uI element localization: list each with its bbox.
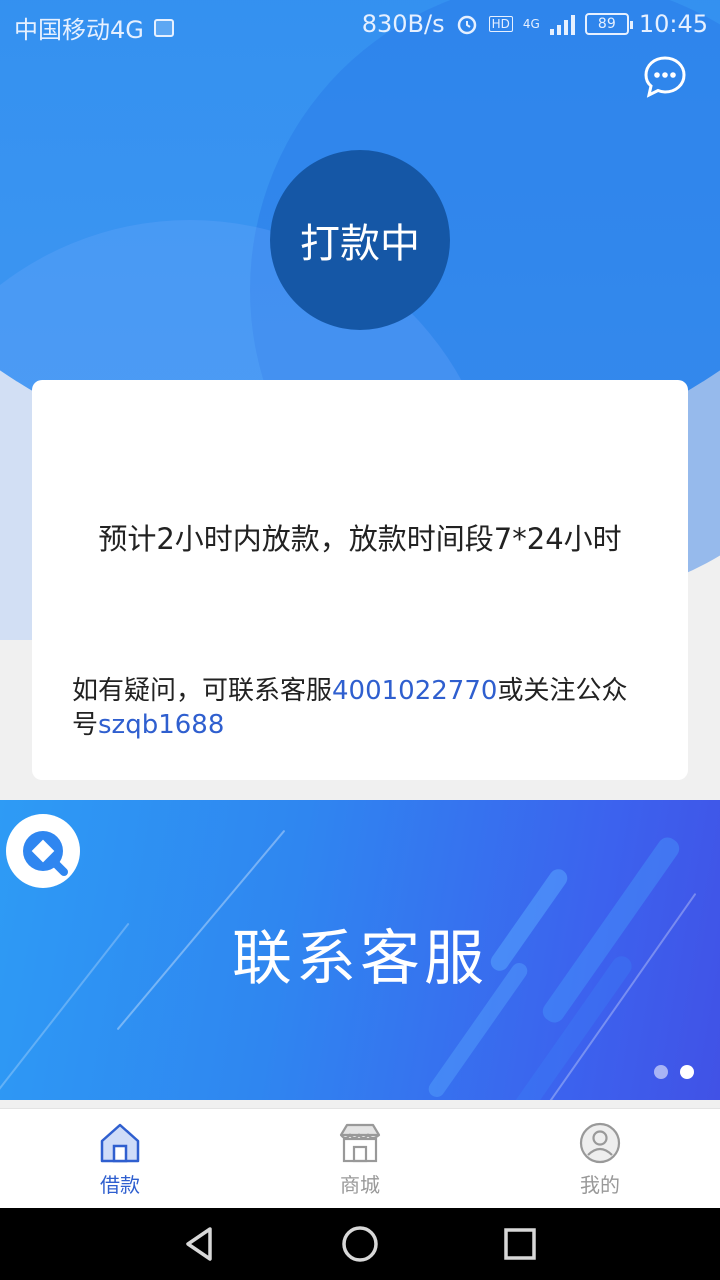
- loan-status-circle: 打款中: [270, 150, 450, 330]
- tab-mall-label: 商城: [340, 1173, 380, 1197]
- network-speed: 830B/s: [361, 10, 445, 38]
- carrier-label: 中国移动4G: [14, 16, 144, 44]
- house-icon: [100, 1123, 140, 1163]
- info-card: 预计2小时内放款，放款时间段7*24小时 如有疑问，可联系客服400102277…: [32, 380, 688, 780]
- promo-banner[interactable]: 联系客服: [0, 800, 720, 1100]
- loan-status-label: 打款中: [300, 221, 420, 267]
- clock: 10:45: [638, 10, 708, 38]
- back-icon[interactable]: [180, 1224, 220, 1264]
- app-logo: [6, 814, 80, 888]
- support-note-prefix: 如有疑问，可联系客服: [72, 676, 333, 706]
- support-note: 如有疑问，可联系客服4001022770或关注公众号szqb1688: [72, 674, 642, 742]
- pagination-dot[interactable]: [654, 1065, 668, 1079]
- customer-chat-button[interactable]: [642, 54, 688, 100]
- system-nav-bar: [0, 1208, 720, 1280]
- signal-icon: [549, 13, 575, 35]
- chat-bubble-icon: [644, 56, 686, 98]
- user-icon: [579, 1122, 621, 1164]
- shop-icon: [339, 1123, 381, 1163]
- image-notification-icon: [153, 18, 174, 37]
- service-phone-link[interactable]: 4001022770: [332, 676, 497, 706]
- disbursement-estimate: 预计2小时内放款，放款时间段7*24小时: [98, 522, 622, 556]
- pagination-dot-active[interactable]: [680, 1065, 694, 1079]
- status-bar: 中国移动4G 830B/s HD 4G 89 10:45: [0, 0, 720, 50]
- tab-mine[interactable]: 我的: [480, 1109, 720, 1208]
- magnifier-logo-icon: [23, 831, 68, 876]
- banner-pagination: [654, 1065, 694, 1079]
- bottom-tab-bar: 借款 商城 我的: [0, 1108, 720, 1208]
- recents-icon[interactable]: [500, 1224, 540, 1264]
- banner-title: 联系客服: [232, 924, 488, 994]
- tab-mall[interactable]: 商城: [240, 1109, 480, 1208]
- alarm-icon: [457, 15, 476, 35]
- tab-mine-label: 我的: [580, 1173, 620, 1197]
- tab-loan-label: 借款: [100, 1173, 140, 1197]
- tab-loan[interactable]: 借款: [0, 1109, 240, 1208]
- hd-voice-icon: HD: [488, 16, 513, 32]
- wechat-id-link[interactable]: szqb1688: [98, 710, 224, 740]
- home-icon[interactable]: [340, 1224, 380, 1264]
- network-type: 4G: [522, 17, 540, 31]
- app-screen: 中国移动4G 830B/s HD 4G 89 10:45 打款中 预计2小时内放…: [0, 0, 720, 1280]
- battery-icon: 89: [584, 13, 633, 35]
